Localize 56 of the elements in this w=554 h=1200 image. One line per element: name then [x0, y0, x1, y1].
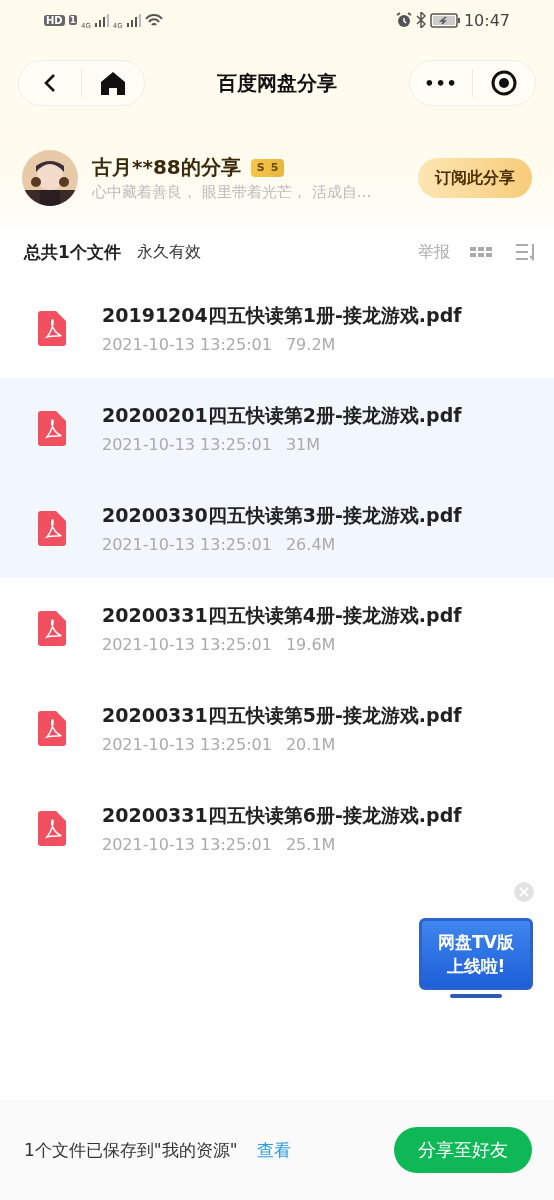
- file-name: 20200331四五快读第6册-接龙游戏.pdf: [102, 802, 462, 828]
- file-name: 20200331四五快读第5册-接龙游戏.pdf: [102, 702, 462, 728]
- sim-indicator: 1: [68, 15, 77, 25]
- pdf-file-icon: [38, 510, 66, 546]
- target-icon: [491, 70, 517, 96]
- file-name: 20191204四五快读第1册-接龙游戏.pdf: [102, 302, 462, 328]
- pdf-file-icon: [38, 310, 66, 346]
- file-size: 25.1M: [285, 834, 336, 854]
- file-name: 20200330四五快读第3册-接龙游戏.pdf: [102, 502, 462, 528]
- subscribe-button[interactable]: 订阅此分享: [418, 158, 532, 198]
- pdf-file-icon: [38, 810, 66, 846]
- hd-indicator: HD: [44, 14, 65, 26]
- clock-time: 10:47: [463, 10, 510, 30]
- bluetooth-icon: [415, 12, 426, 28]
- file-size: 19.6M: [285, 634, 336, 654]
- file-size: 31M: [285, 434, 321, 454]
- file-count: 总共1个文件: [24, 240, 121, 264]
- back-icon: [43, 73, 57, 93]
- saved-message: 1个文件已保存到"我的资源": [24, 1138, 238, 1162]
- file-row[interactable]: 20200331四五快读第4册-接龙游戏.pdf 2021-10-13 13:25:01 19.6M: [0, 578, 554, 678]
- level-badge: S 5: [250, 158, 285, 177]
- file-size: 26.4M: [285, 534, 336, 554]
- file-row[interactable]: 20200201四五快读第2册-接龙游戏.pdf 2021-10-13 13:25:01 31M: [0, 378, 554, 478]
- promo-text: 网盘TV版: [438, 931, 514, 954]
- file-name: 20200331四五快读第4册-接龙游戏.pdf: [102, 602, 462, 628]
- sharer-motto: 心中藏着善良， 眼里带着光芒， 活成自…: [92, 183, 373, 202]
- tv-promo-banner[interactable]: 网盘TV版 上线啦!: [419, 918, 533, 990]
- battery-icon: [429, 12, 460, 28]
- file-row[interactable]: 20191204四五快读第1册-接龙游戏.pdf 2021-10-13 13:25:01 79.2M: [0, 278, 554, 378]
- file-size: 79.2M: [285, 334, 336, 354]
- file-size: 20.1M: [285, 734, 336, 754]
- file-row[interactable]: 20200331四五快读第6册-接龙游戏.pdf 2021-10-13 13:25:01 25.1M: [0, 778, 554, 878]
- file-date: 2021-10-13 13:25:01: [102, 534, 272, 554]
- alarm-icon: [395, 12, 412, 28]
- file-row[interactable]: 20200330四五快读第3册-接龙游戏.pdf 2021-10-13 13:25:01 26.4M: [0, 478, 554, 578]
- pdf-file-icon: [38, 610, 66, 646]
- signal-icon: [126, 13, 141, 27]
- validity-label: 永久有效: [136, 241, 202, 263]
- signal-icon: [94, 13, 109, 27]
- pdf-file-icon: [38, 710, 66, 746]
- file-date: 2021-10-13 13:25:01: [102, 634, 272, 654]
- pdf-file-icon: [38, 410, 66, 446]
- file-date: 2021-10-13 13:25:01: [102, 334, 272, 354]
- file-date: 2021-10-13 13:25:01: [102, 834, 272, 854]
- wifi-icon: [144, 13, 163, 27]
- page-title: 百度网盘分享: [216, 69, 338, 97]
- close-icon: [519, 887, 529, 897]
- grid-icon: [470, 247, 492, 257]
- file-date: 2021-10-13 13:25:01: [102, 434, 272, 454]
- file-row[interactable]: 20200331四五快读第5册-接龙游戏.pdf 2021-10-13 13:25:01 20.1M: [0, 678, 554, 778]
- promo-text: 上线啦!: [446, 955, 506, 978]
- file-date: 2021-10-13 13:25:01: [102, 734, 272, 754]
- home-icon: [100, 71, 126, 95]
- sharer-name: 古月**88的分享: [92, 154, 241, 181]
- file-name: 20200201四五快读第2册-接龙游戏.pdf: [102, 402, 462, 428]
- sort-icon: [516, 243, 536, 261]
